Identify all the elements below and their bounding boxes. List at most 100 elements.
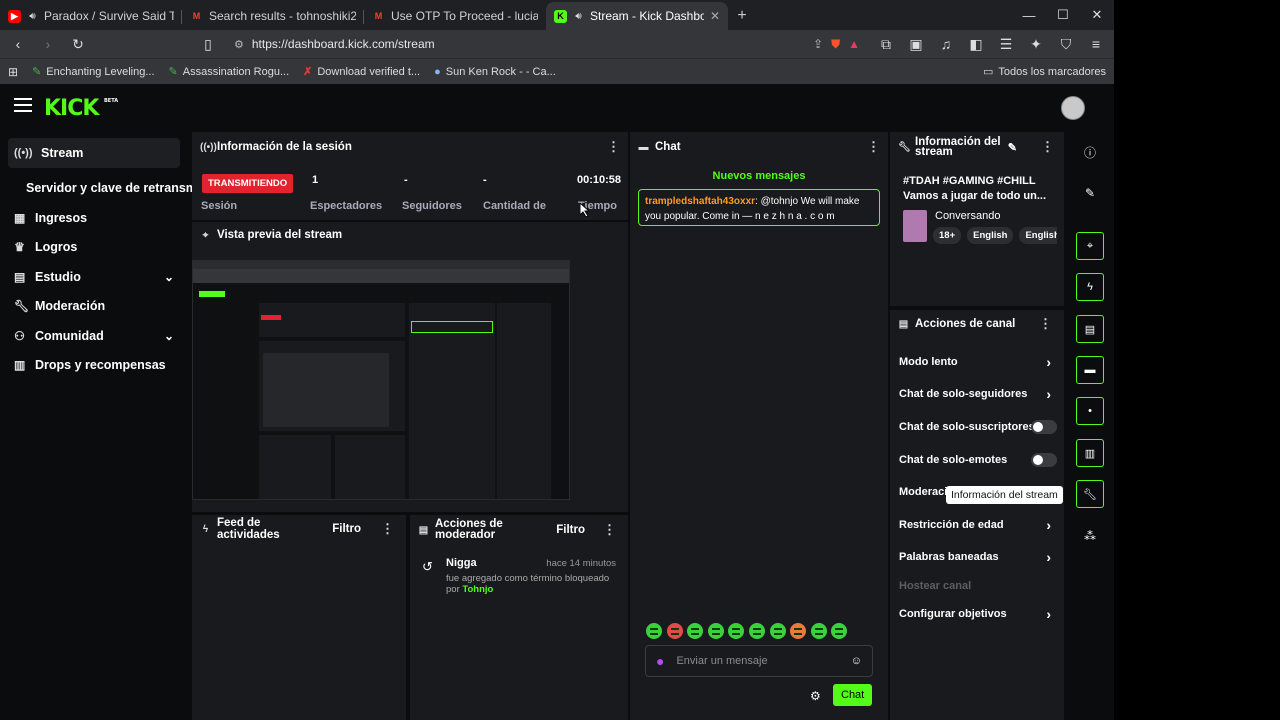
pencil-icon[interactable]: ✎ [1076,179,1104,207]
emote[interactable] [646,623,662,639]
emoji-icon[interactable]: ☺ [851,655,862,667]
music-icon[interactable]: ♫ [934,32,958,56]
moderator-name[interactable]: Tohnjo [462,584,493,595]
all-bookmarks[interactable]: ▭ Todos los marcadores [983,65,1106,79]
stream-preview-video[interactable] [192,260,570,500]
category-thumbnail[interactable] [903,210,927,242]
emote[interactable] [707,623,724,639]
close-tab-icon[interactable]: ✕ [710,9,720,23]
filter-button[interactable]: Filtro [332,523,361,535]
browser-tab-kick[interactable]: K 🔊︎ Stream - Kick Dashboard ✕ [546,2,728,30]
apps-grid-icon[interactable]: ⊞ [8,65,18,79]
site-info-icon[interactable]: ⚙ [234,38,244,51]
target-icon[interactable]: ⌖ [1076,232,1104,260]
share-icon[interactable]: ⇪ [813,37,823,51]
chat-input[interactable]: ● Enviar un mensaje ☺ [645,645,873,677]
pencil-icon[interactable]: ✎ [1008,141,1017,154]
emote[interactable] [769,623,786,639]
document-icon[interactable]: ▤ [1076,315,1104,343]
filter-button[interactable]: Filtro [556,524,585,536]
browser-tab-youtube[interactable]: ▶ 🔊︎ Paradox / Survive Said The Proph [0,2,182,30]
emote[interactable] [728,623,745,639]
new-messages-divider[interactable]: Nuevos mensajes [630,170,888,182]
bolt-icon[interactable]: ϟ [1076,273,1104,301]
bookmark-item[interactable]: ✎ Enchanting Leveling... [32,65,154,79]
broadcast-icon: ((•)) [200,141,217,153]
emote[interactable] [831,623,848,639]
wallet-icon[interactable]: ▣ [904,32,928,56]
extensions-icon[interactable]: ⧉ [874,32,898,56]
more-options-icon[interactable]: ⋮ [607,139,620,155]
more-options-icon[interactable]: ⋮ [381,521,394,537]
browser-tab-gmail-search[interactable]: M Search results - tohnoshiki22@gmail [182,2,364,30]
bookmark-item[interactable]: ✎ Assassination Rogu... [169,65,290,79]
channel-action-age-restriction[interactable]: Restricción de edad › [899,517,1059,533]
send-chat-button[interactable]: Chat [833,684,873,706]
rewards-icon[interactable]: ▲ [848,37,860,51]
emote[interactable] [666,623,683,639]
channel-action-goals[interactable]: Configurar objetivos › [899,606,1059,622]
sidebar-item-ingresos[interactable]: ▦ Ingresos [0,203,190,233]
emotes-only-toggle[interactable] [1031,453,1057,467]
menu-icon[interactable]: ≡ [1084,32,1108,56]
history-icon: ↺ [422,559,433,574]
channel-action-slow-mode[interactable]: Modo lento › [899,354,1059,370]
layout-icon[interactable]: ▥ [1076,439,1104,467]
minimize-icon[interactable]: — [1012,0,1046,30]
sidebar-item-estudio[interactable]: ▤ Estudio ⌄ [0,262,190,292]
reload-icon[interactable]: ↻ [66,32,90,56]
sidebar-toggle-icon[interactable]: ◧ [964,32,988,56]
forward-icon[interactable]: › [36,32,60,56]
maximize-icon[interactable]: ☐ [1046,0,1080,30]
sidebar-item-server-key[interactable]: Servidor y clave de retransm [0,174,197,204]
preview-tabbar [193,261,569,269]
vpn-icon[interactable]: ⛉ [1054,32,1078,56]
back-icon[interactable]: ‹ [6,32,30,56]
chat-username[interactable]: trampledshaftah43oxxr [645,196,755,207]
avatar[interactable] [1061,96,1085,120]
emote[interactable] [687,623,704,639]
emote[interactable] [810,623,827,639]
channel-action-emotes-only: Chat de solo-emotes [899,453,1059,467]
timestamp: hace 14 minutos [546,558,616,569]
channel-action-followers-only[interactable]: Chat de solo-seguidores › [899,386,1059,402]
bookmark-item[interactable]: ● Sun Ken Rock - - Ca... [434,66,556,78]
emote[interactable] [790,623,807,639]
browser-tab-gmail-otp[interactable]: M Use OTP To Proceed - lucianopaci22@ [364,2,546,30]
close-window-icon[interactable]: ✕ [1080,0,1114,30]
chat-message: trampledshaftah43oxxr: @tohnjo We will m… [638,189,880,226]
subscribers-only-toggle[interactable] [1031,420,1057,434]
nodes-icon[interactable]: ⁂ [1076,522,1104,550]
address-bar[interactable]: ⚙ https://dashboard.kick.com/stream ⇪ ⛊ … [226,32,868,56]
more-options-icon[interactable]: ⋮ [603,522,616,538]
sidebar-item-logros[interactable]: ♛ Logros [0,233,190,263]
more-options-icon[interactable]: ⋮ [1039,316,1052,332]
more-options-icon[interactable]: ⋮ [1041,139,1054,155]
bookmark-item[interactable]: ✗ Download verified t... [303,65,420,79]
leo-icon[interactable]: ✦ [1024,32,1048,56]
sidebar-item-stream[interactable]: ((•)) Stream [8,138,180,168]
chat-bubble-icon: ▬ [638,141,649,153]
hamburger-menu-icon[interactable] [14,98,32,114]
panel-header: ▤ Acciones de canal ⋮ [890,310,1064,338]
chat-bubble-icon[interactable]: ▬ [1076,356,1104,384]
brave-shield-icon[interactable]: ⛊ [831,37,840,52]
new-tab-button[interactable]: + [728,2,756,30]
chat-settings-icon[interactable]: ⚙ [810,689,821,703]
wrench-icon[interactable]: 🔧︎ [1076,480,1104,508]
kick-logo[interactable]: KICK BETA [44,96,118,121]
reading-list-icon[interactable]: ☰ [994,32,1018,56]
broadcast-icon[interactable]: • [1076,397,1104,425]
sidebar-item-moderacion[interactable]: 🔧︎ Moderación [0,292,190,322]
channel-action-banned-words[interactable]: Palabras baneadas › [899,549,1059,565]
more-options-icon[interactable]: ⋮ [867,139,880,155]
bookmark-icon[interactable]: ▯ [196,32,220,56]
sidebar-item-drops[interactable]: ▥ Drops y recompensas [0,351,190,381]
microphone-icon[interactable]: ● [656,653,664,669]
category-name[interactable]: Conversando [935,210,1000,222]
stream-info-panel: 🔧︎ Información del stream ✎ ⋮ #TDAH #GAM… [890,132,1064,306]
sidebar-item-comunidad[interactable]: ⚇ Comunidad ⌄ [0,321,190,351]
chat-panel: ▬ Chat ⋮ Nuevos mensajes trampledshaftah… [630,132,888,720]
emote[interactable] [748,623,765,639]
info-icon[interactable]: ⓘ [1076,138,1104,166]
